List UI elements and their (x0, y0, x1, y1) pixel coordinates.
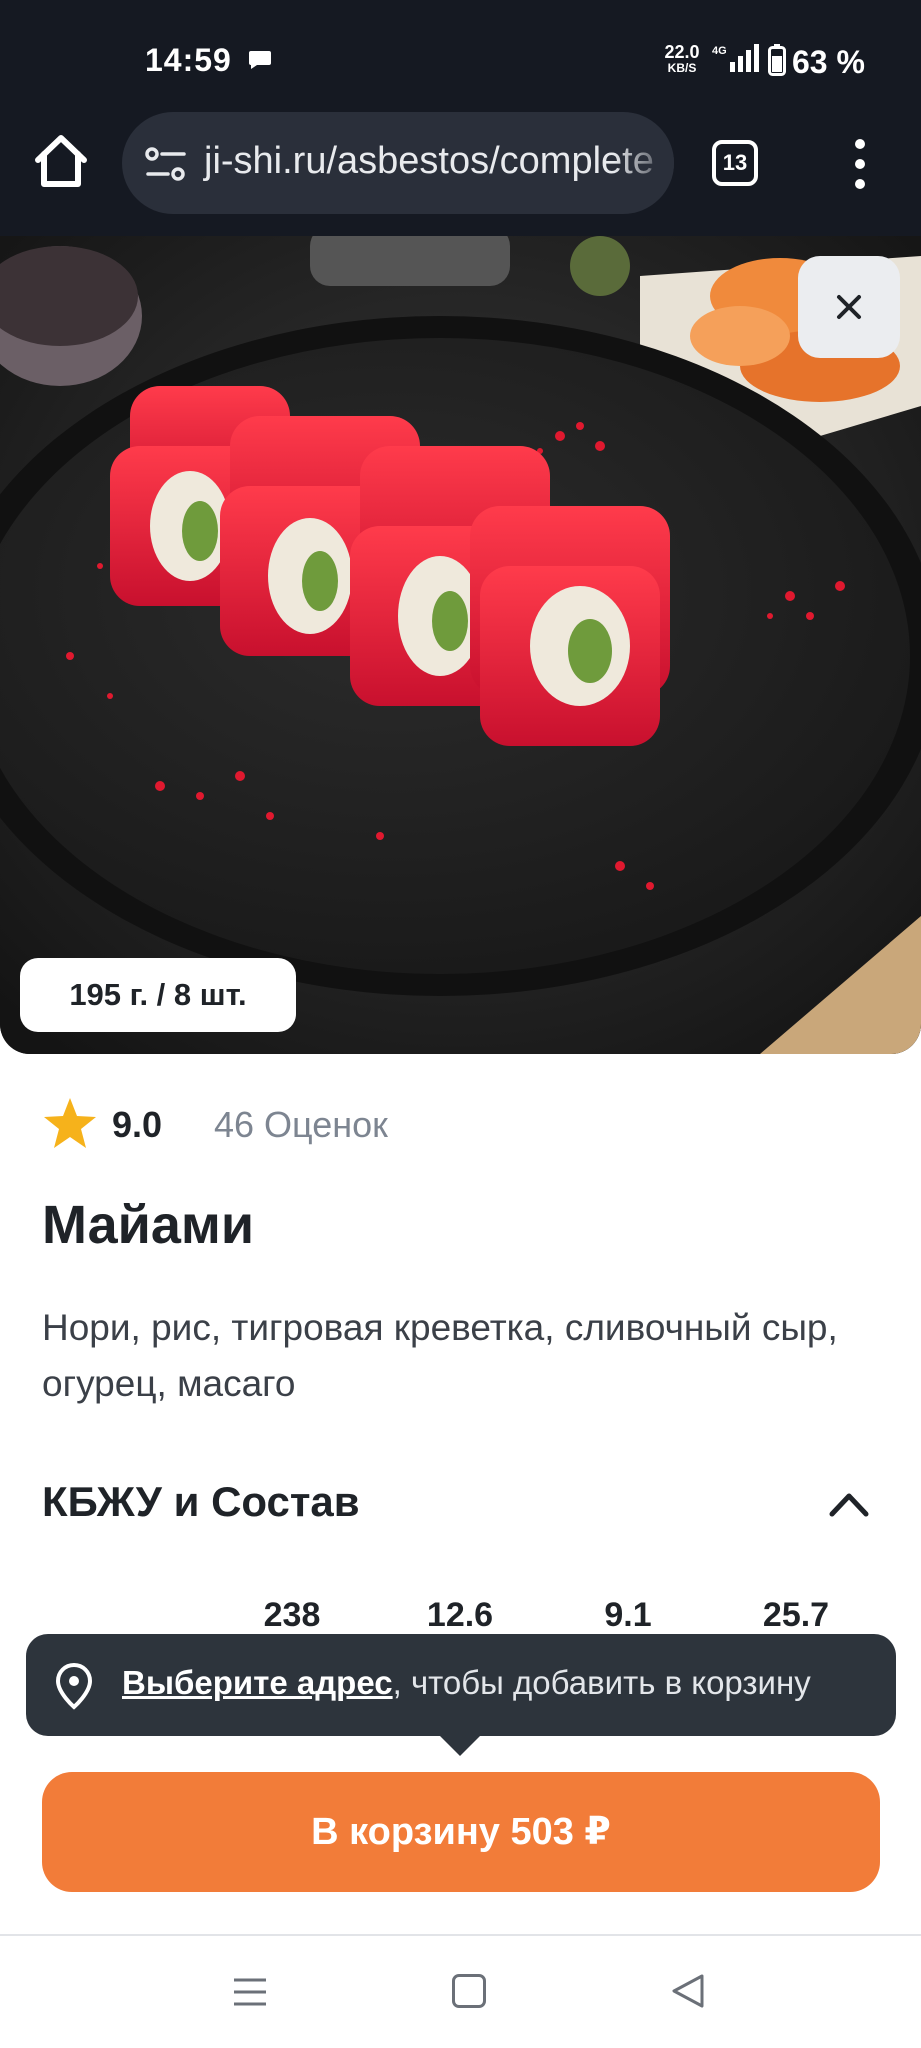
choose-address-link[interactable]: Выберите адрес (122, 1664, 393, 1701)
product-description: Нори, рис, тигровая креветка, сливочный … (42, 1307, 838, 1404)
battery-percent: 63 % (792, 44, 865, 80)
product-title: Майами (42, 1195, 255, 1255)
status-time: 14:59 (145, 42, 232, 78)
home-icon[interactable] (30, 130, 92, 192)
add-to-cart-button[interactable]: В корзину 503 ₽ (42, 1772, 880, 1892)
network-speed-unit: KB/S (667, 61, 697, 75)
rating-value: 9.0 (112, 1104, 163, 1145)
nutrition-protein: 12.6 (426, 1596, 494, 1634)
sushi-illustration (0, 236, 921, 1054)
recent-apps-icon[interactable] (232, 1976, 268, 2008)
nutrition-calories: 238 (263, 1596, 321, 1634)
signal-icon: 4G (712, 44, 759, 72)
tooltip-rest-text: , чтобы добавить в корзину (392, 1664, 811, 1701)
nutrition-carbs: 25.7 (762, 1596, 830, 1634)
network-type: 4G (712, 45, 727, 57)
product-image (0, 236, 921, 1054)
tooltip-text: Выберите адрес, чтобы добавить в корзину (122, 1664, 811, 1702)
nav-back-icon[interactable] (670, 1972, 706, 2010)
close-button[interactable] (798, 256, 900, 358)
tooltip-arrow (438, 1734, 482, 1756)
nav-home-icon[interactable] (452, 1974, 486, 2008)
message-notification-icon (249, 51, 271, 69)
address-tooltip[interactable]: Выберите адрес, чтобы добавить в корзину (26, 1634, 896, 1736)
tab-switcher-button[interactable]: 13 (712, 140, 758, 186)
site-settings-icon[interactable] (144, 144, 188, 184)
close-icon[interactable] (798, 256, 900, 358)
location-pin-icon (55, 1662, 93, 1710)
network-speed-value: 22.0 (664, 42, 700, 62)
address-bar[interactable]: ji-shi.ru/asbestos/complete (122, 112, 674, 214)
url-text[interactable]: ji-shi.ru/asbestos/complete (204, 140, 654, 183)
battery-icon (768, 44, 786, 76)
browser-top-bar: 14:59 22.0 KB/S 4G 63 % ji-shi.ru/asbest… (0, 0, 921, 236)
rating-count[interactable]: 46 Оценок (214, 1104, 388, 1146)
nutrition-fat: 9.1 (604, 1596, 652, 1634)
star-icon (44, 1098, 96, 1148)
chevron-up-icon[interactable] (826, 1486, 872, 1520)
network-speed: 22.0 KB/S (660, 42, 704, 76)
url-fade (614, 112, 674, 214)
nutrition-section-title[interactable]: КБЖУ и Состав (42, 1478, 360, 1526)
weight-badge: 195 г. / 8 шт. (20, 958, 296, 1032)
status-bar: 14:59 22.0 KB/S 4G 63 % (0, 0, 921, 110)
more-menu-icon[interactable] (840, 136, 880, 192)
